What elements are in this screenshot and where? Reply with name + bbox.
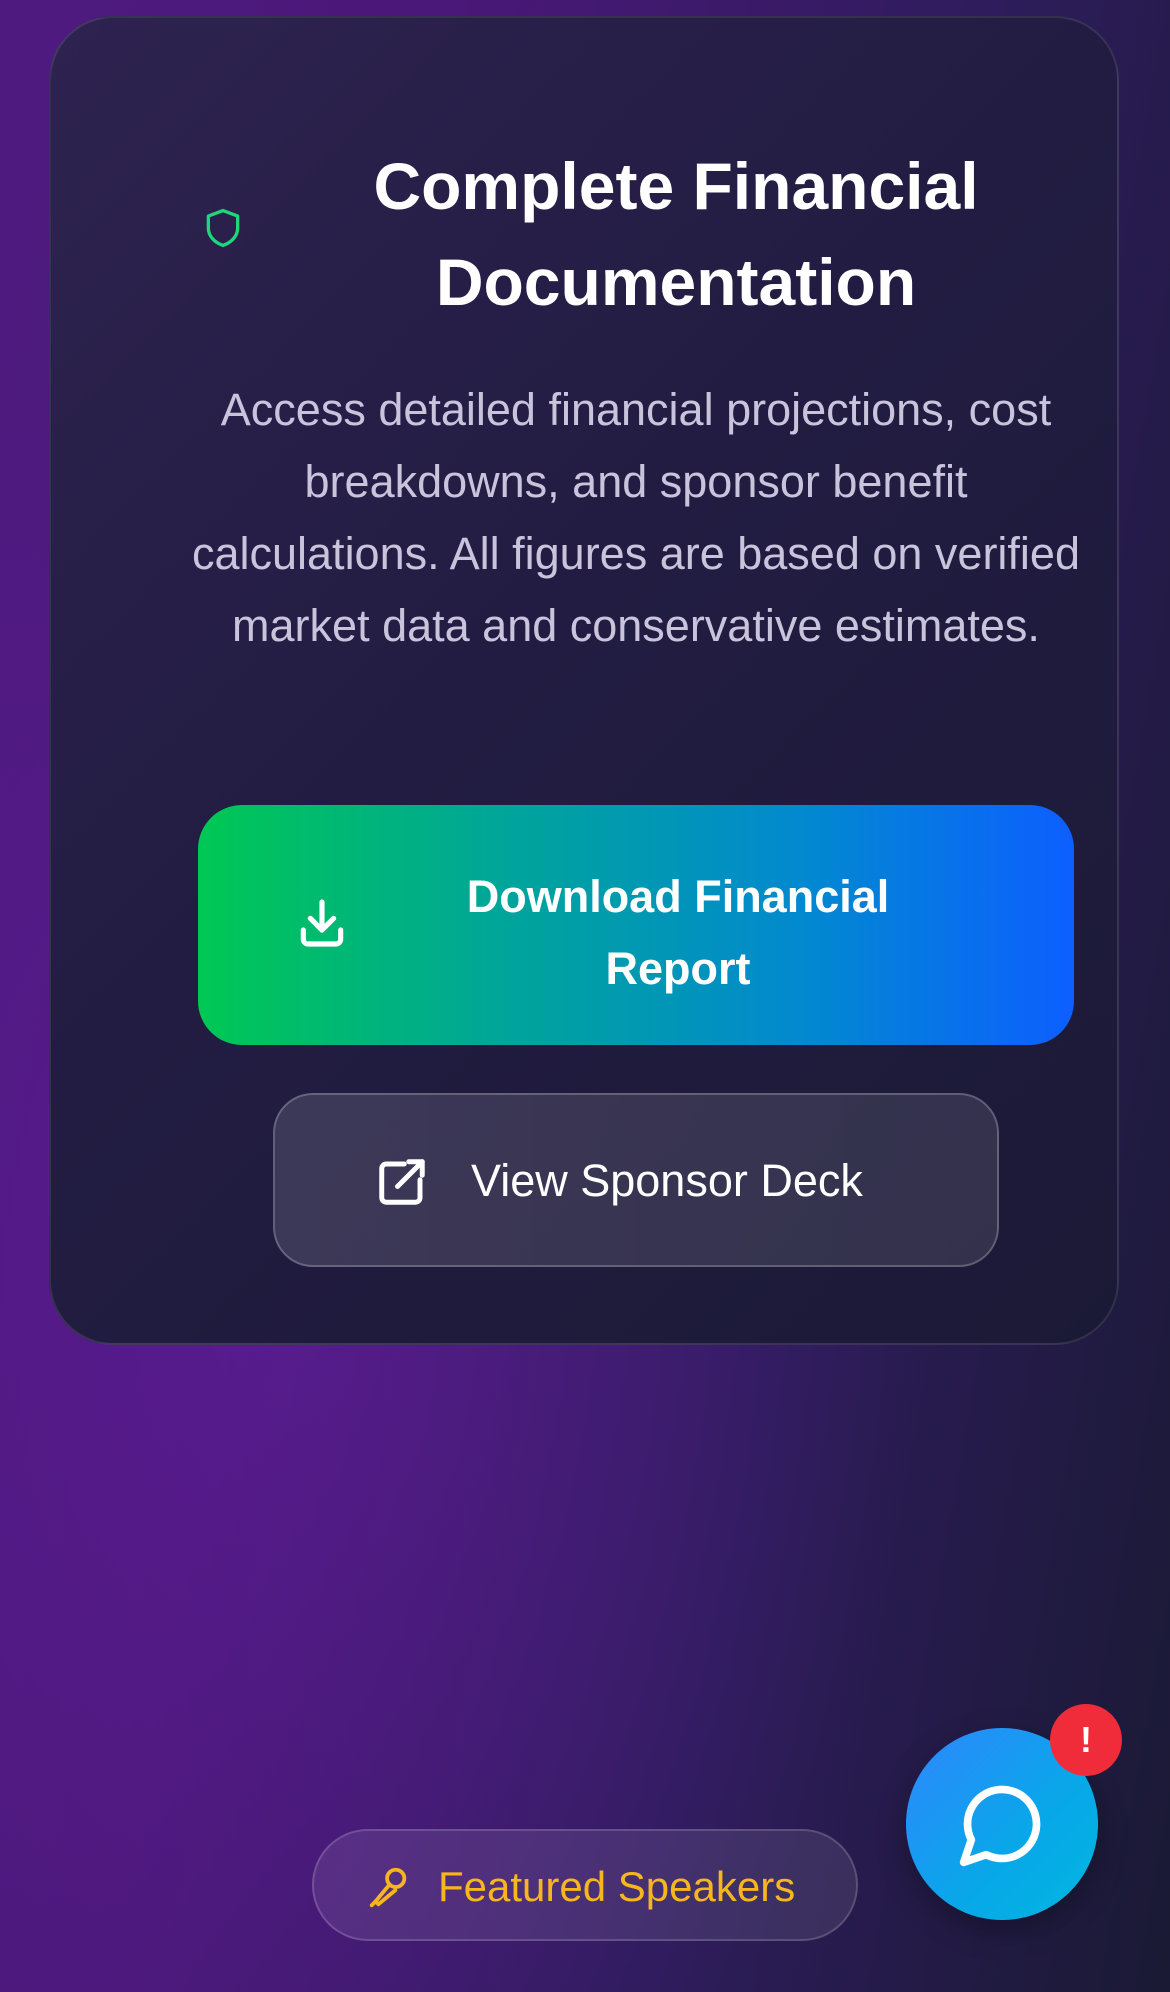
card-title: Complete Financial Documentation [373, 149, 979, 319]
download-button-label: Download Financial Report [466, 871, 890, 994]
download-icon [300, 899, 344, 947]
sponsor-deck-button-label: View Sponsor Deck [471, 1155, 863, 1206]
card-description: Access detailed financial projections, c… [191, 384, 1080, 651]
shield-icon [206, 208, 240, 248]
download-financial-report-button[interactable]: Download Financial Report [198, 805, 1074, 1045]
view-sponsor-deck-button[interactable]: View Sponsor Deck [273, 1093, 999, 1267]
chat-bubble-icon [959, 1785, 1041, 1867]
featured-speakers-button[interactable]: Featured Speakers [312, 1829, 858, 1941]
financial-documentation-card: Complete Financial Documentation Access … [49, 16, 1119, 1345]
microphone-icon [369, 1867, 407, 1908]
external-link-icon [379, 1159, 425, 1205]
featured-speakers-label: Featured Speakers [438, 1863, 796, 1910]
notification-badge: ! [1050, 1704, 1122, 1776]
